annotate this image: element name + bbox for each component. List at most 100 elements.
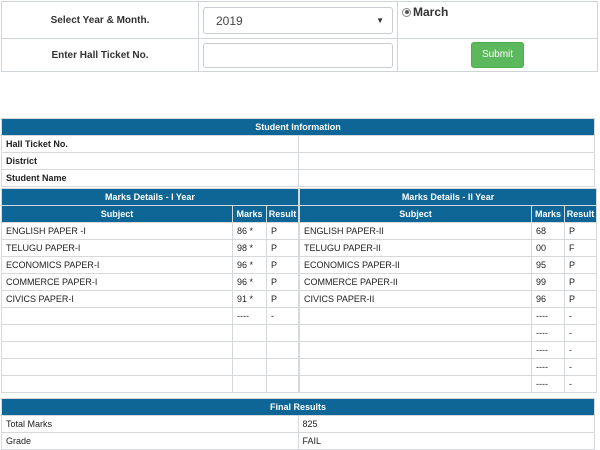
- subject-cell: COMMERCE PAPER-II: [299, 273, 532, 291]
- result-cell: -: [563, 324, 598, 342]
- marks-year1-table: Marks Details - I Year Subject Marks Res…: [1, 188, 299, 393]
- table-row: Hall Ticket No.: [1, 135, 595, 153]
- subject-cell: [299, 324, 532, 342]
- table-row: District: [1, 152, 595, 170]
- result-cell: -: [563, 358, 598, 376]
- final-value: 825: [297, 415, 595, 433]
- table-row: ECONOMICS PAPER-II 95 P: [299, 256, 598, 274]
- table-row: CIVICS PAPER-I 91 * P: [1, 290, 299, 308]
- subject-cell: [299, 375, 532, 393]
- marks-cell: 91 *: [232, 290, 267, 308]
- table-row: Grade FAIL: [1, 432, 595, 450]
- table-row: ENGLISH PAPER -I 86 * P: [1, 222, 299, 240]
- info-value: [297, 135, 595, 153]
- marks-year2-heading: Marks Details - II Year: [298, 188, 598, 206]
- table-row: ---- -: [299, 375, 598, 393]
- year-select-value: 2019: [216, 13, 243, 28]
- student-info-heading: Student Information: [1, 118, 595, 136]
- year-select[interactable]: 2019 ▼: [203, 6, 393, 34]
- result-cell: P: [563, 222, 598, 240]
- result-cell: P: [563, 256, 598, 274]
- result-cell: -: [563, 341, 598, 359]
- month-radio[interactable]: [402, 7, 411, 17]
- marks-cell: 96 *: [232, 256, 267, 274]
- marks-cell: ----: [232, 307, 267, 325]
- table-row: ---- -: [299, 341, 598, 359]
- table-row: CIVICS PAPER-II 96 P: [299, 290, 598, 308]
- subject-cell: ENGLISH PAPER -I: [1, 222, 233, 240]
- marks-cell: 95: [531, 256, 565, 274]
- marks-year2-table: Marks Details - II Year Subject Marks Re…: [298, 188, 598, 393]
- marks-cell: [232, 324, 267, 342]
- result-cell: P: [266, 273, 299, 291]
- final-value: FAIL: [297, 432, 595, 450]
- info-key: Hall Ticket No.: [1, 135, 299, 153]
- table-row: [1, 375, 299, 393]
- subject-cell: [1, 358, 233, 376]
- marks-cell: [232, 375, 267, 393]
- subject-cell: CIVICS PAPER-II: [299, 290, 532, 308]
- subject-cell: [299, 307, 532, 325]
- search-form: Select Year & Month. 2019 ▼ March Enter …: [1, 1, 598, 72]
- table-row: ---- -: [299, 307, 598, 325]
- col-marks: Marks: [232, 205, 267, 223]
- result-cell: P: [266, 239, 299, 257]
- subject-cell: [1, 324, 233, 342]
- final-key: Grade: [1, 432, 299, 450]
- subject-cell: TELUGU PAPER-I: [1, 239, 233, 257]
- table-row: TELUGU PAPER-II 00 F: [299, 239, 598, 257]
- result-cell: -: [563, 375, 598, 393]
- subject-cell: [1, 307, 233, 325]
- result-cell: [266, 341, 299, 359]
- hall-ticket-label: Enter Hall Ticket No.: [1, 38, 199, 72]
- subject-cell: CIVICS PAPER-I: [1, 290, 233, 308]
- col-subject: Subject: [1, 205, 233, 223]
- marks-cell: [232, 358, 267, 376]
- table-row: TELUGU PAPER-I 98 * P: [1, 239, 299, 257]
- table-row: Total Marks 825: [1, 415, 595, 433]
- subject-cell: [1, 375, 233, 393]
- marks-cell: 96: [531, 290, 565, 308]
- col-result: Result: [563, 205, 598, 223]
- info-value: [297, 169, 595, 187]
- marks-cell: 86 *: [232, 222, 267, 240]
- col-marks: Marks: [531, 205, 565, 223]
- table-row: ---- -: [1, 307, 299, 325]
- table-row: [1, 324, 299, 342]
- table-row: [1, 358, 299, 376]
- table-row: ---- -: [299, 324, 598, 342]
- final-key: Total Marks: [1, 415, 299, 433]
- result-cell: [266, 375, 299, 393]
- marks-cell: 98 *: [232, 239, 267, 257]
- subject-cell: ECONOMICS PAPER-II: [299, 256, 532, 274]
- result-cell: -: [563, 307, 598, 325]
- result-cell: F: [563, 239, 598, 257]
- subject-cell: [299, 358, 532, 376]
- result-cell: P: [563, 273, 598, 291]
- final-results-heading: Final Results: [1, 398, 595, 416]
- marks-cell: ----: [531, 307, 565, 325]
- subject-cell: [299, 341, 532, 359]
- table-row: ECONOMICS PAPER-I 96 * P: [1, 256, 299, 274]
- result-cell: -: [266, 307, 299, 325]
- month-radio-group[interactable]: March: [402, 0, 593, 30]
- result-cell: P: [266, 256, 299, 274]
- col-subject: Subject: [299, 205, 532, 223]
- marks-cell: 00: [531, 239, 565, 257]
- marks-cell: 99: [531, 273, 565, 291]
- month-radio-label: March: [413, 5, 449, 19]
- marks-year1-heading: Marks Details - I Year: [1, 188, 299, 206]
- marks-cell: ----: [531, 324, 565, 342]
- marks-cell: ----: [531, 341, 565, 359]
- marks-cell: ----: [531, 375, 565, 393]
- table-row: ENGLISH PAPER-II 68 P: [299, 222, 598, 240]
- result-cell: P: [266, 290, 299, 308]
- marks-cell: 68: [531, 222, 565, 240]
- submit-button[interactable]: Submit: [471, 42, 524, 68]
- marks-cell: ----: [531, 358, 565, 376]
- info-value: [297, 152, 595, 170]
- subject-cell: ENGLISH PAPER-II: [299, 222, 532, 240]
- table-row: Student Name: [1, 169, 595, 187]
- marks-details: Marks Details - I Year Subject Marks Res…: [1, 188, 598, 393]
- hall-ticket-input[interactable]: [203, 42, 393, 68]
